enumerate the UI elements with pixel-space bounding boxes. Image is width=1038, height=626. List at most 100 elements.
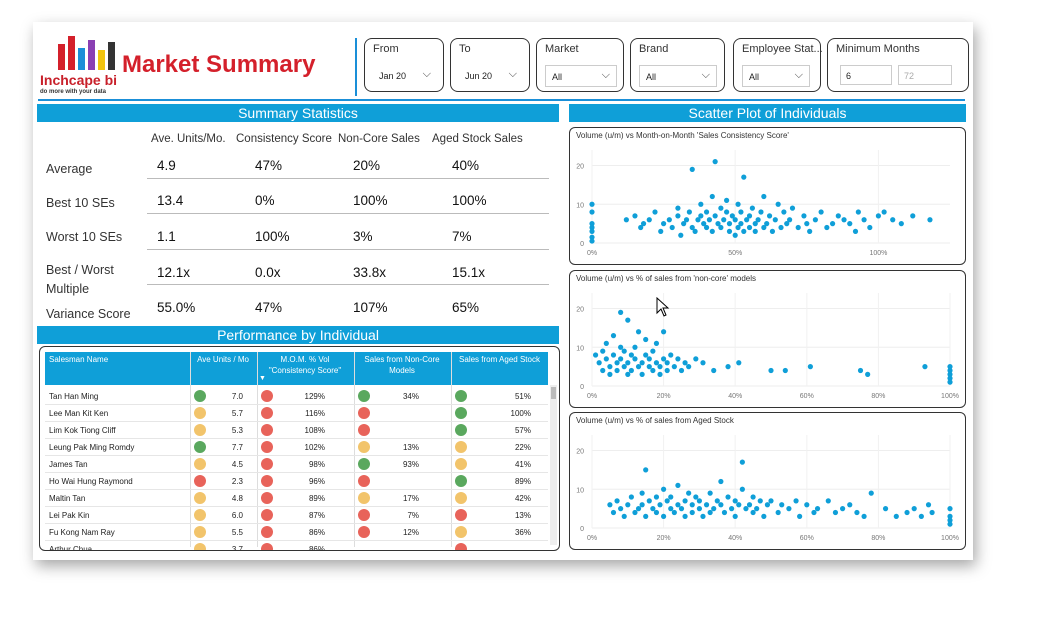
table-row[interactable]: Lei Pak Kin 6.0 87% 7% 13%: [45, 507, 548, 524]
scatter-point[interactable]: [661, 486, 667, 492]
scatter-point[interactable]: [865, 371, 871, 377]
scatter-point[interactable]: [600, 348, 606, 354]
scatter-point[interactable]: [754, 506, 760, 512]
scatter-point[interactable]: [898, 221, 904, 227]
scatter-point[interactable]: [696, 506, 702, 512]
scatter-point[interactable]: [732, 513, 738, 519]
scatter-point[interactable]: [812, 217, 818, 223]
minimum-months-max-input[interactable]: 72: [898, 65, 952, 85]
scatter-point[interactable]: [758, 209, 764, 215]
scatter-point[interactable]: [675, 213, 681, 219]
scatter-point[interactable]: [650, 348, 656, 354]
scatter-point[interactable]: [698, 201, 704, 207]
scatter-point[interactable]: [718, 224, 724, 231]
scatter-point[interactable]: [657, 364, 663, 370]
scatter-point[interactable]: [650, 367, 656, 374]
scatter-point[interactable]: [741, 228, 747, 234]
scatter-point[interactable]: [628, 494, 634, 500]
scatter-point[interactable]: [689, 509, 695, 516]
scatter-point[interactable]: [929, 509, 935, 516]
scatter-point[interactable]: [661, 356, 667, 362]
scatter-point[interactable]: [643, 467, 649, 473]
scatter-point[interactable]: [643, 336, 649, 343]
scatter-point[interactable]: [764, 221, 770, 227]
scatter-point[interactable]: [675, 356, 681, 362]
scatter-point[interactable]: [739, 486, 745, 492]
scatter-point[interactable]: [721, 217, 727, 223]
table-row[interactable]: Lim Kok Tiong Cliff 5.3 108% 57%: [45, 422, 548, 439]
scatter-point[interactable]: [610, 509, 617, 516]
scatter-point[interactable]: [589, 209, 595, 215]
col-header-salesman[interactable]: Salesman Name: [49, 354, 189, 365]
col-header-aged-stock[interactable]: Sales from Aged Stock: [451, 354, 548, 365]
scatter-point[interactable]: [868, 490, 874, 496]
scatter-point[interactable]: [861, 217, 867, 223]
scatter-point[interactable]: [664, 367, 670, 374]
scatter-point[interactable]: [703, 224, 710, 231]
scatter-point[interactable]: [867, 224, 873, 231]
scatter-point[interactable]: [610, 352, 617, 358]
scatter-point[interactable]: [811, 509, 817, 516]
col-header-ave-units[interactable]: Ave Units / Mo: [190, 354, 256, 365]
scatter-point[interactable]: [789, 205, 796, 211]
scatter-point[interactable]: [653, 494, 660, 500]
scatter-point[interactable]: [661, 329, 667, 335]
minimum-months-min-input[interactable]: 6: [840, 65, 892, 85]
scatter-point[interactable]: [682, 498, 688, 504]
scatter-point[interactable]: [738, 209, 744, 215]
scatter-point[interactable]: [589, 221, 595, 227]
scatter-point[interactable]: [782, 367, 788, 374]
scatter-point[interactable]: [635, 364, 642, 370]
scatter-point[interactable]: [746, 502, 753, 508]
filter-to[interactable]: To Jun 20 ⌵: [450, 38, 530, 92]
scatter-point[interactable]: [632, 356, 638, 362]
scatter-point[interactable]: [818, 209, 824, 215]
scatter-point[interactable]: [707, 490, 713, 496]
scatter-point[interactable]: [678, 506, 685, 512]
scatter-point[interactable]: [639, 371, 645, 377]
scatter-point[interactable]: [607, 371, 613, 377]
scatter-point[interactable]: [592, 352, 599, 358]
scatter-point[interactable]: [711, 367, 717, 374]
scatter-point[interactable]: [910, 213, 916, 219]
scatter-point[interactable]: [829, 221, 836, 227]
scatter-point[interactable]: [927, 217, 933, 223]
scatter-point[interactable]: [729, 506, 735, 512]
scatter-point[interactable]: [778, 224, 784, 231]
scatter-point[interactable]: [653, 360, 660, 366]
scatter-point[interactable]: [772, 217, 778, 223]
scatter-point[interactable]: [628, 367, 634, 374]
scatter-point[interactable]: [847, 502, 853, 508]
table-row[interactable]: Tan Han Ming 7.0 129% 34% 51%: [45, 388, 548, 405]
scatter-point[interactable]: [775, 201, 781, 207]
scatter-point[interactable]: [607, 502, 613, 508]
scatter-point[interactable]: [721, 509, 728, 516]
scatter-point[interactable]: [709, 228, 715, 234]
scatter-point[interactable]: [861, 513, 867, 519]
table-scrollbar[interactable]: [550, 385, 557, 545]
scatter-point[interactable]: [841, 217, 847, 223]
scatter-point[interactable]: [766, 213, 773, 219]
scatter-point[interactable]: [797, 513, 803, 519]
scatter-point[interactable]: [618, 356, 624, 362]
scatter-point[interactable]: [854, 509, 860, 516]
scatter-point[interactable]: [793, 498, 799, 504]
scatter-point[interactable]: [675, 482, 681, 488]
filter-employee-status-dropdown[interactable]: All ⌵: [742, 65, 810, 87]
table-row[interactable]: Ho Wai Hung Raymond 2.3 96% 89%: [45, 473, 548, 490]
scatter-point[interactable]: [664, 360, 670, 366]
table-row[interactable]: Arthur Chua 3.7 86%: [45, 541, 548, 550]
scatter-point[interactable]: [614, 498, 620, 504]
filter-from-dropdown[interactable]: Jan 20 ⌵: [373, 65, 437, 87]
filter-brand[interactable]: Brand All ⌵: [630, 38, 725, 92]
filter-minimum-months[interactable]: Minimum Months 6 72: [827, 38, 969, 92]
scatter-point[interactable]: [768, 498, 774, 504]
scatter-point[interactable]: [807, 364, 813, 370]
scatter-point[interactable]: [653, 340, 660, 346]
scatter-point[interactable]: [746, 224, 753, 231]
scatter-point[interactable]: [661, 513, 667, 519]
scatter-point[interactable]: [918, 513, 924, 519]
scatter-point[interactable]: [724, 197, 730, 203]
scatter-point[interactable]: [646, 498, 652, 504]
scatter-point[interactable]: [718, 478, 724, 485]
